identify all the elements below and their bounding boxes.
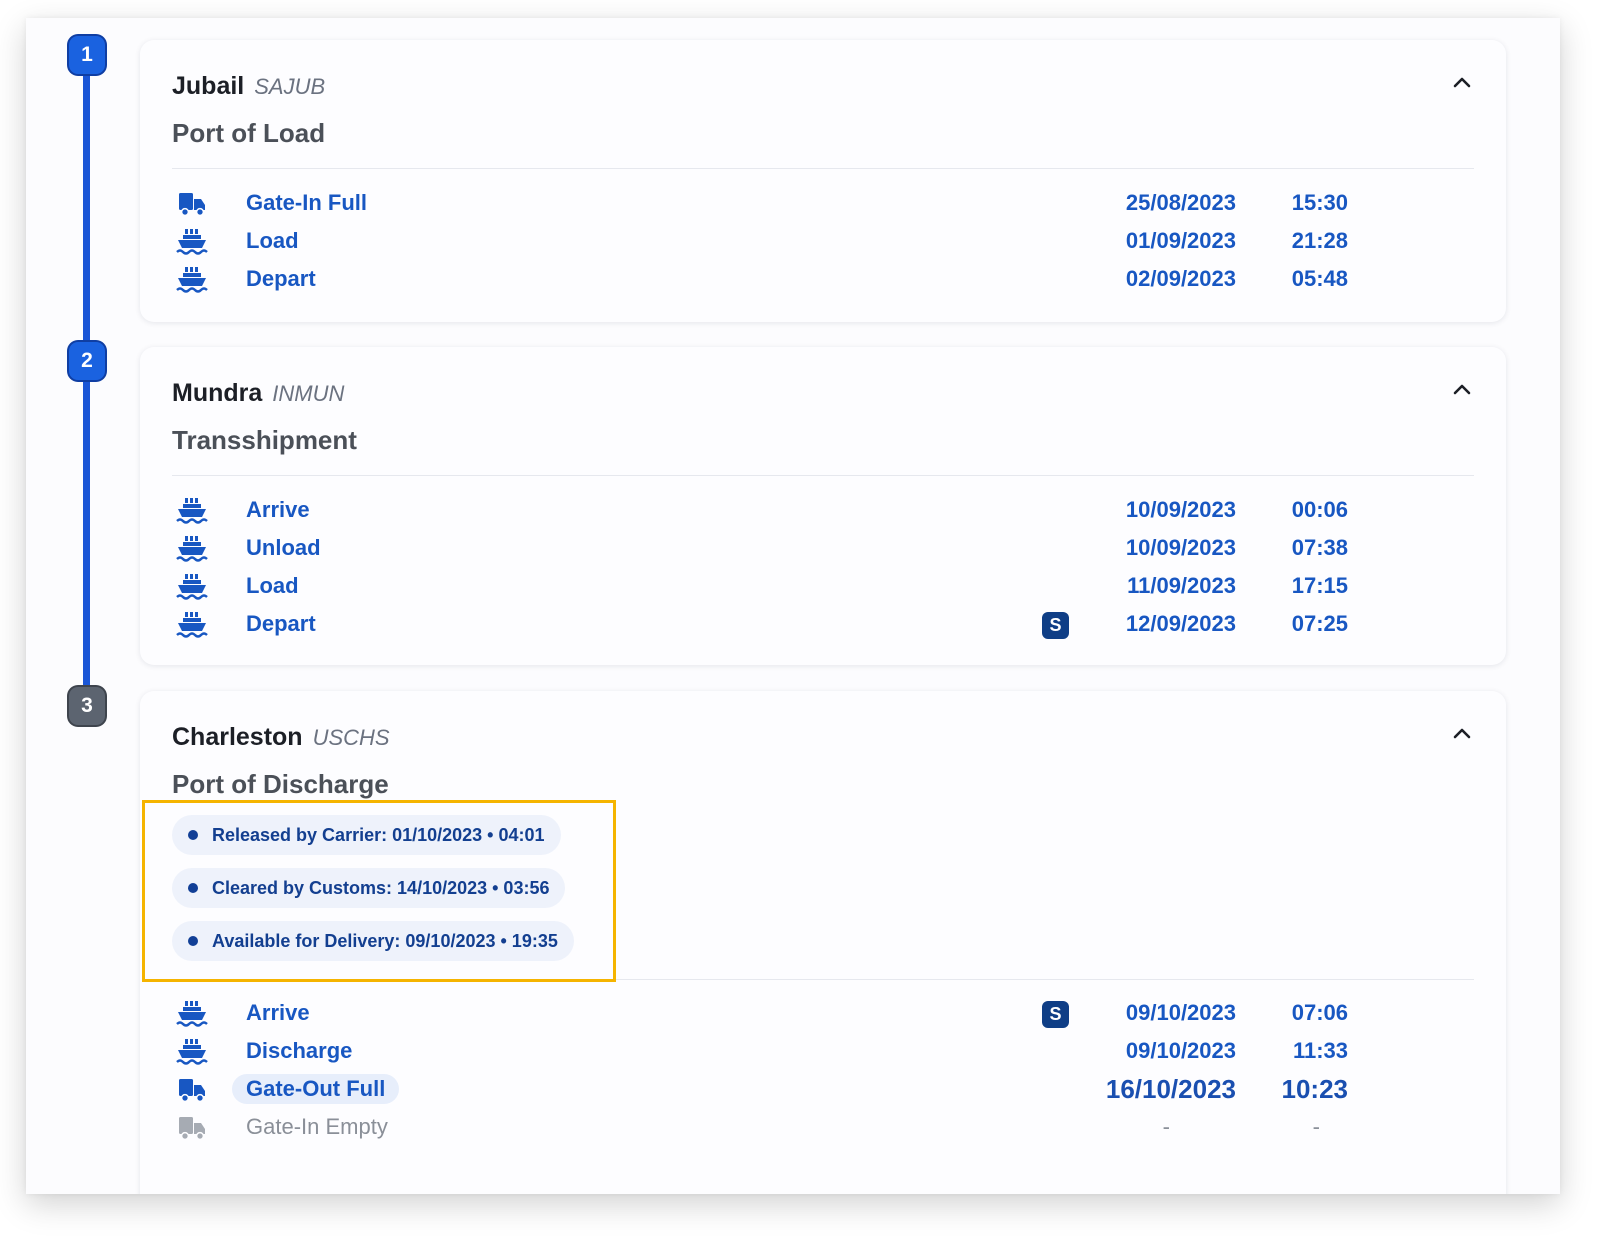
- status-pill: Cleared by Customs: 14/10/2023 • 03:56: [172, 868, 566, 908]
- event-time: 11:33: [1292, 1038, 1348, 1063]
- step-badge: 2: [69, 342, 105, 380]
- port-city: Jubail: [172, 72, 245, 100]
- status-pill: Available for Delivery: 09/10/2023 • 19:…: [172, 921, 574, 961]
- event-name: Discharge: [246, 1038, 353, 1063]
- event-time: 15:30: [1291, 190, 1348, 215]
- step-badge: 1: [69, 36, 105, 74]
- event-time: 07:38: [1291, 535, 1348, 560]
- event-name: Gate-Out Full: [232, 1074, 400, 1104]
- chevron-up-icon[interactable]: [1450, 377, 1474, 401]
- event-name: Load: [246, 573, 299, 598]
- port-code: SAJUB: [254, 74, 326, 99]
- port-card-mundra: Mundra INMUN Transshipment Arrive 10/09/2…: [140, 347, 1506, 665]
- event-date: 09/10/2023: [1125, 1000, 1236, 1025]
- event-row: Gate-In Empty - -: [140, 1108, 1506, 1146]
- step-badge: 3: [69, 687, 105, 725]
- event-name: Depart: [246, 266, 316, 291]
- event-date: -: [1162, 1114, 1170, 1139]
- ship-icon: [176, 495, 208, 525]
- event-name: Unload: [246, 535, 321, 560]
- event-time: 07:06: [1291, 1000, 1348, 1025]
- event-row: Arrive 10/09/2023 00:06: [140, 491, 1506, 529]
- event-row: Depart 02/09/2023 05:48: [140, 260, 1506, 298]
- event-row: Depart S 12/09/2023 07:25: [140, 605, 1506, 643]
- event-name: Arrive: [246, 1000, 310, 1025]
- event-row: Gate-Out Full 16/10/2023 10:23: [140, 1070, 1506, 1108]
- event-date: 02/09/2023: [1125, 266, 1236, 291]
- ship-icon: [176, 609, 208, 639]
- ship-icon: [176, 226, 208, 256]
- truck-icon: [176, 188, 208, 218]
- port-header: Charleston USCHS: [172, 723, 390, 752]
- port-role: Port of Load: [172, 118, 326, 148]
- ship-icon: [176, 998, 208, 1028]
- event-row: Load 01/09/2023 21:28: [140, 222, 1506, 260]
- event-name: Load: [246, 228, 299, 253]
- port-code: USCHS: [312, 725, 390, 750]
- port-city: Mundra: [172, 379, 263, 407]
- event-date: 11/09/2023: [1127, 573, 1236, 598]
- event-name: Gate-In Empty: [246, 1114, 388, 1139]
- schedule-badge: S: [1042, 1001, 1069, 1028]
- port-role: Port of Discharge: [172, 769, 389, 799]
- status-dot: [188, 883, 198, 893]
- status-text: Cleared by Customs: 14/10/2023 • 03:56: [212, 877, 550, 898]
- event-name: Gate-In Full: [246, 190, 367, 215]
- event-row: Discharge 09/10/2023 11:33: [140, 1032, 1506, 1070]
- port-header: Mundra INMUN: [172, 379, 344, 408]
- event-time: 07:25: [1291, 611, 1348, 636]
- status-pill: Released by Carrier: 01/10/2023 • 04:01: [172, 815, 561, 855]
- status-dot: [188, 830, 198, 840]
- event-date: 12/09/2023: [1125, 611, 1236, 636]
- port-header: Jubail SAJUB: [172, 72, 325, 101]
- status-text: Available for Delivery: 09/10/2023 • 19:…: [212, 930, 558, 951]
- truck-icon: [176, 1074, 208, 1104]
- event-date: 25/08/2023: [1125, 190, 1236, 215]
- event-date: 10/09/2023: [1125, 535, 1236, 560]
- event-row: Load 11/09/2023 17:15: [140, 567, 1506, 605]
- divider: [172, 168, 1474, 169]
- event-time: -: [1312, 1114, 1320, 1139]
- schedule-badge: S: [1042, 612, 1069, 639]
- ship-icon: [176, 571, 208, 601]
- timeline-line: [83, 363, 90, 708]
- ship-icon: [176, 533, 208, 563]
- port-card-jubail: Jubail SAJUB Port of Load Gate-In Full 25…: [140, 40, 1506, 322]
- event-date: 01/09/2023: [1125, 228, 1236, 253]
- event-row: Arrive S 09/10/2023 07:06: [140, 994, 1506, 1032]
- timeline-line: [83, 56, 90, 382]
- event-time: 00:06: [1291, 497, 1348, 522]
- event-date: 09/10/2023: [1125, 1038, 1236, 1063]
- event-date: 16/10/2023: [1105, 1074, 1236, 1104]
- chevron-up-icon[interactable]: [1450, 70, 1474, 94]
- status-dot: [188, 936, 198, 946]
- divider: [172, 475, 1474, 476]
- event-time: 17:15: [1291, 573, 1348, 598]
- shipment-tracking-panel: 1 2 3 Jubail SAJUB Port of Load Gate-In …: [26, 18, 1560, 1194]
- event-time: 10:23: [1281, 1074, 1349, 1104]
- event-date: 10/09/2023: [1125, 497, 1236, 522]
- event-time: 21:28: [1291, 228, 1348, 253]
- ship-icon: [176, 1036, 208, 1066]
- truck-icon: [176, 1112, 208, 1142]
- event-row: Gate-In Full 25/08/2023 15:30: [140, 184, 1506, 222]
- status-text: Released by Carrier: 01/10/2023 • 04:01: [212, 824, 545, 845]
- port-code: INMUN: [272, 381, 345, 406]
- port-role: Transshipment: [172, 425, 357, 455]
- chevron-up-icon[interactable]: [1450, 721, 1474, 745]
- event-row: Unload 10/09/2023 07:38: [140, 529, 1506, 567]
- event-name: Arrive: [246, 497, 310, 522]
- event-time: 05:48: [1291, 266, 1348, 291]
- port-city: Charleston: [172, 723, 303, 751]
- ship-icon: [176, 264, 208, 294]
- event-name: Depart: [246, 611, 316, 636]
